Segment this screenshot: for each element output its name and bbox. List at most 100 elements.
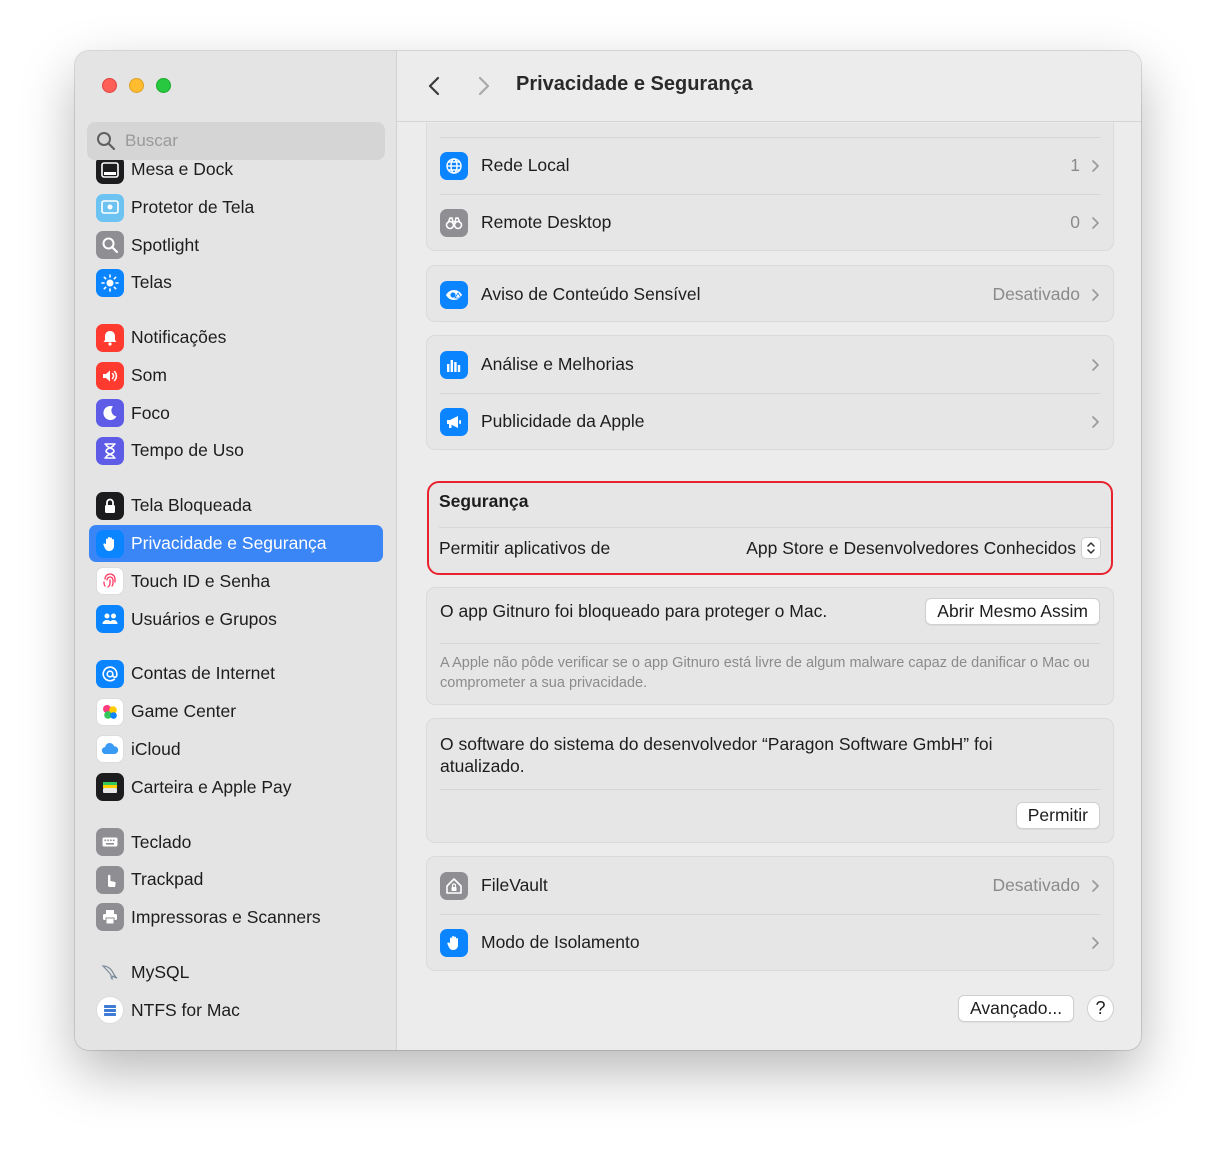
search-field[interactable]: Buscar bbox=[87, 122, 385, 160]
sidebar-item-label: Trackpad bbox=[131, 869, 204, 890]
printer-icon bbox=[96, 903, 124, 932]
hand-icon bbox=[440, 928, 468, 957]
row-rede-local[interactable]: Rede Local 1 bbox=[427, 137, 1113, 194]
sidebar-item-carteira-e-apple-pay[interactable]: Carteira e Apple Pay bbox=[89, 768, 383, 806]
settings-window: Buscar Mesa e Dock Protetor de Tela Spot… bbox=[75, 51, 1141, 1050]
sidebar-item-label: iCloud bbox=[131, 738, 181, 759]
row-value: Desativado bbox=[992, 284, 1080, 304]
sidebar-item-spotlight[interactable]: Spotlight bbox=[89, 226, 383, 264]
row-label: Rede Local bbox=[481, 155, 570, 175]
fingerprint-icon bbox=[96, 567, 124, 596]
system-software-message: O software do sistema do desenvolvedor “… bbox=[440, 734, 993, 776]
sidebar-item-contas-de-internet[interactable]: Contas de Internet bbox=[89, 655, 383, 693]
bar-chart-icon bbox=[440, 350, 468, 379]
sidebar-item-tempo-de-uso[interactable]: Tempo de Uso bbox=[89, 432, 383, 470]
sidebar-item-trackpad[interactable]: Trackpad bbox=[89, 861, 383, 899]
up-down-chevron-icon bbox=[1087, 542, 1095, 554]
sidebar-item-tela-bloqueada[interactable]: Tela Bloqueada bbox=[89, 487, 383, 525]
sidebar-item-label: Telas bbox=[131, 272, 172, 293]
zoom-window-button[interactable] bbox=[156, 78, 171, 93]
allow-apps-popup-value[interactable]: App Store e Desenvolvedores Conhecidos bbox=[746, 538, 1076, 559]
sidebar-item-label: Impressoras e Scanners bbox=[131, 906, 321, 927]
row-aviso-de-conteudo-sensivel[interactable]: Aviso de Conteúdo Sensível Desativado bbox=[427, 266, 1113, 323]
sidebar-item-label: MySQL bbox=[131, 961, 190, 982]
chevron-right-icon bbox=[1092, 288, 1099, 301]
row-modo-de-isolamento[interactable]: Modo de Isolamento bbox=[427, 914, 1113, 971]
keyboard-icon bbox=[96, 828, 124, 857]
back-chevron-icon[interactable] bbox=[424, 75, 446, 97]
trackpad-icon bbox=[96, 865, 124, 894]
sidebar-item-label: Protetor de Tela bbox=[131, 197, 255, 218]
sun-icon bbox=[96, 268, 124, 297]
blocked-app-group: O app Gitnuro foi bloqueado para protege… bbox=[426, 587, 1114, 705]
sidebar-item-game-center[interactable]: Game Center bbox=[89, 693, 383, 731]
minimize-window-button[interactable] bbox=[129, 78, 144, 93]
hand-icon bbox=[96, 529, 124, 558]
open-anyway-button[interactable]: Abrir Mesmo Assim bbox=[925, 598, 1100, 625]
row-hidden-above bbox=[427, 123, 1113, 137]
sidebar-item-label: Teclado bbox=[131, 831, 192, 852]
binoculars-icon bbox=[440, 208, 468, 237]
moon-icon bbox=[96, 399, 124, 428]
bell-icon bbox=[96, 323, 124, 352]
close-window-button[interactable] bbox=[102, 78, 117, 93]
chevron-right-icon bbox=[1092, 358, 1099, 371]
privacy-group-analytics: Análise e Melhorias Publicidade da Apple bbox=[426, 335, 1114, 450]
help-button[interactable]: ? bbox=[1087, 995, 1114, 1022]
system-software-group: O software do sistema do desenvolvedor “… bbox=[426, 718, 1114, 843]
sidebar-item-protetor-de-tela[interactable]: Protetor de Tela bbox=[89, 189, 383, 227]
search-input[interactable]: Buscar bbox=[125, 131, 178, 151]
house-lock-icon bbox=[440, 871, 468, 900]
popup-stepper[interactable] bbox=[1081, 537, 1101, 559]
security-section: Segurança Permitir aplicativos de App St… bbox=[427, 481, 1113, 575]
sidebar-item-mysql[interactable]: MySQL bbox=[89, 954, 383, 992]
sidebar-item-usuarios-e-grupos[interactable]: Usuários e Grupos bbox=[89, 600, 383, 638]
users-icon bbox=[96, 605, 124, 633]
wallet-icon bbox=[96, 773, 124, 802]
privacy-group-sensitive: Aviso de Conteúdo Sensível Desativado bbox=[426, 265, 1114, 322]
advanced-button[interactable]: Avançado... bbox=[958, 995, 1075, 1022]
ntfs-icon bbox=[96, 996, 124, 1025]
chevron-right-icon bbox=[1092, 415, 1099, 428]
sidebar-item-foco[interactable]: Foco bbox=[89, 394, 383, 432]
sidebar-item-ntfs-for-mac[interactable]: NTFS for Mac bbox=[89, 991, 383, 1029]
sidebar-item-privacidade-e-seguranca[interactable]: Privacidade e Segurança bbox=[89, 524, 383, 563]
sidebar-item-label: Carteira e Apple Pay bbox=[131, 776, 292, 797]
sidebar-item-notificacoes[interactable]: Notificações bbox=[89, 319, 383, 357]
sidebar-item-label: Notificações bbox=[131, 327, 227, 348]
sidebar-item-label: Foco bbox=[131, 402, 170, 423]
sidebar-item-label: Som bbox=[131, 365, 167, 386]
chevron-right-icon bbox=[1092, 159, 1099, 172]
privacy-group-network: Rede Local 1 Remote Desktop 0 bbox=[426, 123, 1114, 251]
magnifier-icon bbox=[96, 231, 124, 260]
chevron-right-icon bbox=[1092, 216, 1099, 229]
megaphone-icon bbox=[440, 407, 468, 436]
main-pane: Privacidade e Segurança Rede Local 1 Rem… bbox=[397, 51, 1141, 1050]
blocked-detail: A Apple não pôde verificar se o app Gitn… bbox=[440, 655, 1090, 691]
sidebar-item-telas[interactable]: Telas bbox=[89, 264, 383, 302]
security-header: Segurança bbox=[439, 491, 1101, 512]
sidebar-item-som[interactable]: Som bbox=[89, 357, 383, 395]
dock-icon bbox=[96, 160, 124, 184]
sidebar-item-impressoras-e-scanners[interactable]: Impressoras e Scanners bbox=[89, 899, 383, 937]
permitir-button[interactable]: Permitir bbox=[1015, 802, 1100, 829]
row-filevault[interactable]: FileVault Desativado bbox=[427, 857, 1113, 914]
screensaver-icon bbox=[96, 193, 124, 222]
globe-icon bbox=[440, 151, 468, 180]
row-label: Modo de Isolamento bbox=[481, 932, 640, 952]
sidebar-item-icloud[interactable]: iCloud bbox=[89, 731, 383, 769]
sidebar-item-touch-id-e-senha[interactable]: Touch ID e Senha bbox=[89, 562, 383, 600]
sidebar-nav: Mesa e Dock Protetor de Tela Spotlight T… bbox=[89, 160, 383, 1040]
row-label: Análise e Melhorias bbox=[481, 354, 634, 374]
row-publicidade-da-apple[interactable]: Publicidade da Apple bbox=[427, 393, 1113, 450]
forward-chevron-icon[interactable] bbox=[472, 75, 494, 97]
row-remote-desktop[interactable]: Remote Desktop 0 bbox=[427, 194, 1113, 251]
sidebar-item-label: NTFS for Mac bbox=[131, 999, 240, 1020]
sidebar-item-label: Contas de Internet bbox=[131, 663, 275, 684]
sidebar-item-mesa-e-dock[interactable]: Mesa e Dock bbox=[89, 160, 383, 189]
row-label: Remote Desktop bbox=[481, 212, 612, 232]
sidebar-item-teclado[interactable]: Teclado bbox=[89, 823, 383, 861]
sidebar-item-label: Tempo de Uso bbox=[131, 440, 244, 461]
row-analise-e-melhorias[interactable]: Análise e Melhorias bbox=[427, 336, 1113, 393]
eye-warning-icon bbox=[440, 280, 468, 309]
